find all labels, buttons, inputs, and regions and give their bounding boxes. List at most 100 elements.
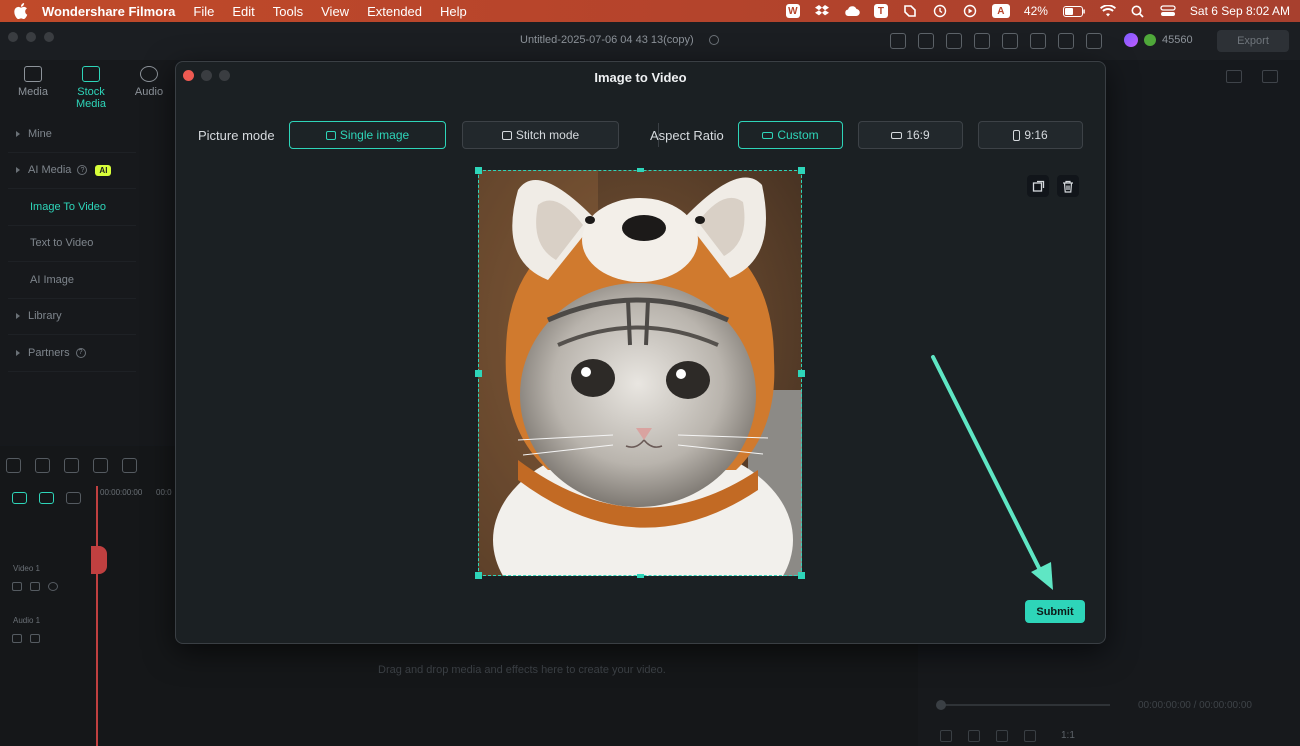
nav-ai-image[interactable]: AI Image [8,262,136,299]
scrubber-handle[interactable] [936,700,946,710]
tab-media[interactable]: Media [10,66,56,110]
help-icon[interactable]: ? [75,347,86,358]
media-tabs: Media Stock Media Audio [10,66,172,110]
nav-mine[interactable]: Mine [8,116,136,153]
playhead[interactable] [96,486,98,746]
nav-image-to-video[interactable]: Image To Video [8,189,136,226]
filmora-status-icon[interactable]: W [785,4,800,18]
text-tool-icon[interactable]: T [873,4,888,18]
stitch-mode-button[interactable]: Stitch mode [462,121,619,149]
snapshot-icon[interactable] [1262,70,1278,83]
menu-app-name[interactable]: Wondershare Filmora [42,4,175,19]
aspect-custom-label: Custom [777,128,819,142]
dropbox-icon[interactable] [814,3,830,19]
speaker-icon[interactable] [30,634,40,643]
layout-icon[interactable] [974,33,990,49]
dialog-title: Image to Video [594,70,687,85]
coin-icon [1144,34,1156,46]
headset-icon[interactable] [1058,33,1074,49]
nav-library-label: Library [28,310,62,323]
lock-icon[interactable] [12,634,22,643]
track-settings-icon[interactable] [66,492,81,504]
single-image-icon [325,130,336,140]
delete-icon[interactable] [122,458,137,473]
preview-panel [1106,60,1300,445]
replace-image-icon[interactable] [1027,175,1049,197]
layout-grid-icon[interactable] [6,458,21,473]
menu-edit[interactable]: Edit [232,4,254,19]
chat-icon[interactable] [946,33,962,49]
keyboard-input-icon[interactable]: A [991,4,1010,18]
rewind-icon[interactable] [968,730,980,742]
previous-frame-icon[interactable] [940,730,952,742]
save-icon[interactable] [1002,33,1018,49]
aspect-9-16-button[interactable]: 9:16 [978,121,1083,149]
menu-file[interactable]: File [193,4,214,19]
submit-button[interactable]: Submit [1025,600,1085,623]
crop-handle-left[interactable] [475,370,482,377]
tab-stock-media[interactable]: Stock Media [68,66,114,110]
add-track-icon[interactable] [39,492,54,504]
zoom-window-button[interactable] [44,32,54,42]
crop-frame[interactable] [478,170,802,576]
nav-ai-media[interactable]: AI Media? AI [8,153,136,189]
spotlight-search-icon[interactable] [1130,3,1146,19]
cloud-status-icon[interactable] [844,3,860,19]
nav-text-to-video[interactable]: Text to Video [8,226,136,262]
aspect-custom-button[interactable]: Custom [738,121,843,149]
player-controls: 00:00:00:00 / 00:00:00:00 1:1 [918,660,1300,746]
single-image-button[interactable]: Single image [289,121,446,149]
shortcut-icon[interactable] [902,3,918,19]
crop-handle-top[interactable] [637,168,644,172]
menu-tools[interactable]: Tools [273,4,303,19]
stop-icon[interactable] [1024,730,1036,742]
nav-library[interactable]: Library [8,299,136,335]
send-icon[interactable] [918,33,934,49]
play-circle-icon[interactable] [962,3,978,19]
menubar-datetime[interactable]: Sat 6 Sep 8:02 AM [1190,4,1290,18]
nav-partners[interactable]: Partners? [8,335,136,372]
player-scrubber[interactable] [940,704,1110,706]
link-icon[interactable] [12,492,27,504]
lock-icon[interactable] [12,582,22,591]
playhead-handle[interactable] [91,546,107,574]
redo-icon[interactable] [93,458,108,473]
crop-handle-right[interactable] [798,370,805,377]
minimize-window-button[interactable] [26,32,36,42]
wifi-icon[interactable] [1099,3,1116,19]
clock-icon[interactable] [932,3,948,19]
menu-help[interactable]: Help [440,4,467,19]
menu-view[interactable]: View [321,4,349,19]
avatar[interactable] [1124,33,1138,47]
crop-handle-top-left[interactable] [475,167,482,174]
crop-handle-top-right[interactable] [798,167,805,174]
apple-icon[interactable] [12,2,30,20]
battery-icon[interactable] [1062,3,1086,19]
tab-audio[interactable]: Audio [126,66,172,110]
help-icon[interactable]: ? [77,165,88,176]
gift-icon[interactable] [890,33,906,49]
crop-handle-bottom-left[interactable] [475,572,482,579]
crop-handle-bottom-right[interactable] [798,572,805,579]
select-tool-icon[interactable] [35,458,50,473]
stitch-mode-icon [501,130,512,140]
menu-extended[interactable]: Extended [367,4,422,19]
trash-icon[interactable] [1057,175,1079,197]
credits-display[interactable]: 45560 [1124,33,1193,47]
eye-icon[interactable] [48,582,58,591]
play-icon[interactable] [996,730,1008,742]
title-dropdown-icon[interactable] [709,35,719,45]
close-window-button[interactable] [8,32,18,42]
grid-icon[interactable] [1086,33,1102,49]
aspect-16-9-button[interactable]: 16:9 [858,121,963,149]
cloud-upload-icon[interactable] [1030,33,1046,49]
preview-ratio[interactable]: 1:1 [1061,730,1075,741]
aspect-16-9-label: 16:9 [906,128,930,142]
crop-handle-bottom[interactable] [637,574,644,578]
export-button[interactable]: Export [1217,30,1289,52]
speaker-icon[interactable] [30,582,40,591]
image-to-video-dialog: Image to Video Picture mode Single image… [175,61,1106,644]
undo-icon[interactable] [64,458,79,473]
compare-icon[interactable] [1226,70,1242,83]
control-center-icon[interactable] [1160,3,1176,19]
